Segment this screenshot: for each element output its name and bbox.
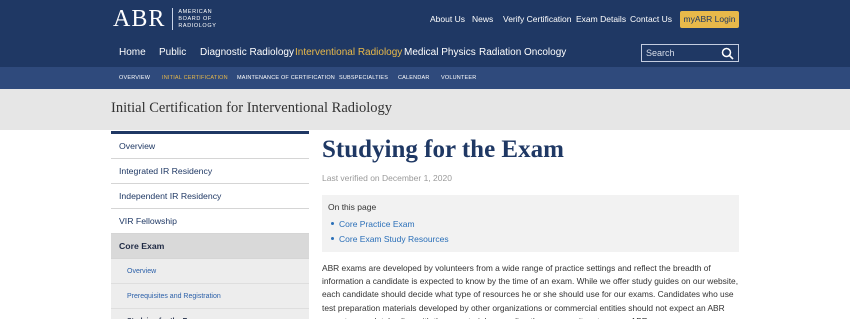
nav-item-interventional-radiology[interactable]: Interventional Radiology: [295, 47, 402, 58]
sidebar-item-core-exam[interactable]: Core Exam: [111, 234, 309, 259]
util-link-exam-details[interactable]: Exam Details: [576, 14, 626, 24]
logo-line: Radiology: [178, 22, 217, 29]
sidebar-subitem-prerequisites-and-registration[interactable]: Prerequisites and Registration: [111, 284, 309, 309]
on-this-page-box: On this page Core Practice Exam Core Exa…: [322, 195, 739, 252]
subnav-item-initial-certification[interactable]: Initial Certification: [162, 75, 228, 81]
util-link-verify-certification[interactable]: Verify Certification: [503, 14, 572, 24]
nav-item-home[interactable]: Home: [119, 47, 146, 58]
logo-divider: [172, 8, 174, 30]
nav-item-diagnostic-radiology[interactable]: Diagnostic Radiology: [200, 47, 294, 58]
anchor-link-core-practice-exam[interactable]: Core Practice Exam: [328, 219, 733, 229]
util-link-contact-us[interactable]: Contact Us: [630, 14, 672, 24]
sidebar-subitem-studying-for-the-exam[interactable]: Studying for the Exam: [111, 309, 309, 319]
anchor-link-label: Core Practice Exam: [339, 219, 415, 229]
logo-wordmark: ABR: [113, 6, 166, 32]
nav-item-medical-physics[interactable]: Medical Physics: [404, 47, 476, 58]
last-verified-date: Last verified on December 1, 2020: [322, 173, 452, 183]
on-this-page-heading: On this page: [328, 202, 377, 212]
abr-logo[interactable]: ABR American Board of Radiology: [113, 6, 216, 32]
sidebar-nav: Overview Integrated IR Residency Indepen…: [111, 131, 309, 319]
logo-line: Board of: [178, 15, 212, 22]
search-box[interactable]: Search: [641, 44, 739, 62]
util-link-news[interactable]: News: [472, 14, 493, 24]
subnav-item-overview[interactable]: Overview: [119, 75, 150, 81]
subnav-item-calendar[interactable]: Calendar: [398, 75, 430, 81]
subnav-item-subspecialties[interactable]: Subspecialties: [339, 75, 388, 81]
site-header: ABR American Board of Radiology About Us…: [0, 0, 850, 67]
nav-item-public[interactable]: Public: [159, 47, 186, 58]
util-link-about-us[interactable]: About Us: [430, 14, 465, 24]
bullet-icon: [331, 222, 334, 225]
sidebar-item-vir-fellowship[interactable]: VIR Fellowship: [111, 209, 309, 234]
anchor-link-label: Core Exam Study Resources: [339, 234, 449, 244]
subnav-item-maintenance-of-certification[interactable]: Maintenance of Certification: [237, 75, 335, 81]
anchor-link-core-exam-study-resources[interactable]: Core Exam Study Resources: [328, 234, 733, 244]
logo-line: American: [178, 8, 213, 15]
sidebar-item-integrated-ir-residency[interactable]: Integrated IR Residency: [111, 159, 309, 184]
page-title: Studying for the Exam: [322, 136, 564, 163]
main-content: Studying for the Exam Last verified on D…: [322, 131, 739, 319]
myabr-login-button[interactable]: myABR Login: [680, 11, 739, 28]
sidebar-item-independent-ir-residency[interactable]: Independent IR Residency: [111, 184, 309, 209]
bullet-icon: [331, 237, 334, 240]
search-icon[interactable]: [721, 47, 734, 60]
sub-nav: Overview Initial Certification Maintenan…: [0, 67, 850, 89]
section-band: Initial Certification for Interventional…: [0, 89, 850, 130]
section-title: Initial Certification for Interventional…: [111, 100, 393, 116]
nav-item-radiation-oncology[interactable]: Radiation Oncology: [479, 47, 566, 58]
sidebar-subitem-overview[interactable]: Overview: [111, 259, 309, 284]
intro-paragraph: ABR exams are developed by volunteers fr…: [322, 263, 739, 319]
subnav-item-volunteer[interactable]: Volunteer: [441, 75, 476, 81]
logo-subtitle: American Board of Radiology: [178, 9, 216, 30]
search-input[interactable]: Search: [646, 48, 675, 58]
sidebar-item-overview[interactable]: Overview: [111, 134, 309, 159]
